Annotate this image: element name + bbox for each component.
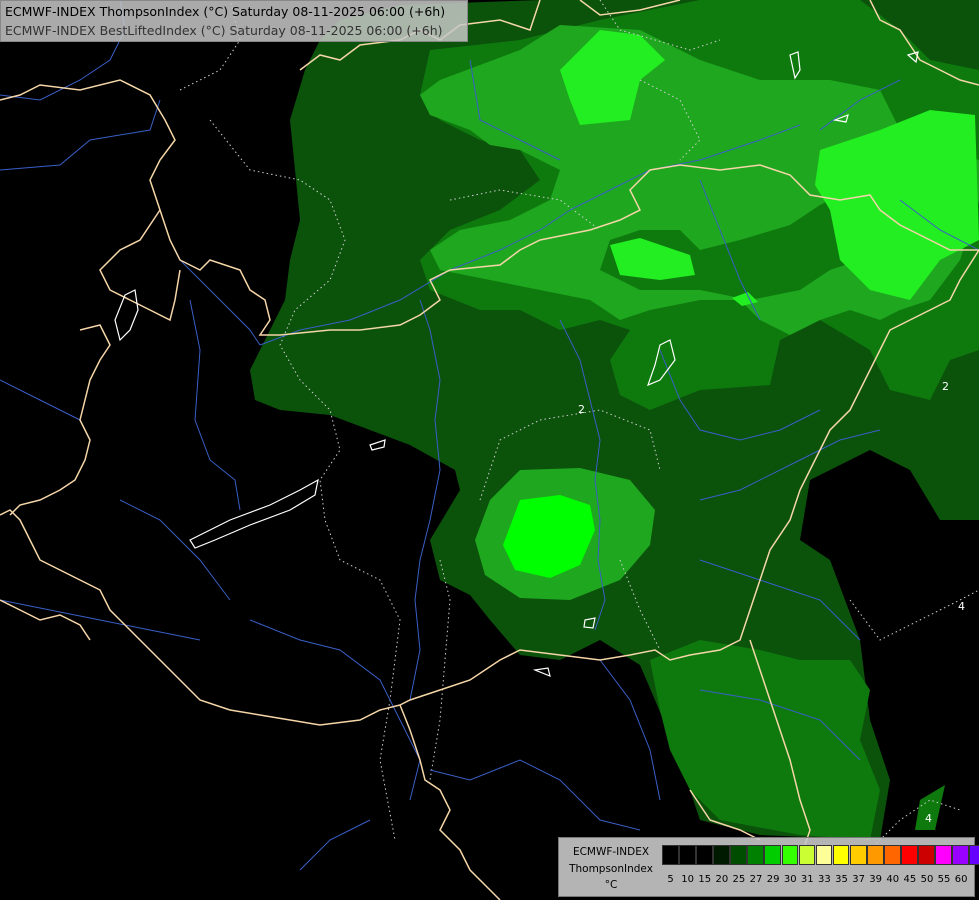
legend-tick-label: 27 — [749, 874, 763, 885]
legend-swatch — [866, 845, 884, 865]
legend-swatch — [901, 845, 918, 865]
legend-swatch — [884, 845, 901, 865]
legend-swatch — [696, 845, 713, 865]
legend-tick-label: 39 — [869, 874, 883, 885]
legend-swatch — [952, 845, 970, 865]
legend-tick-label: 35 — [835, 874, 848, 885]
legend-tick-label: 30 — [783, 874, 797, 885]
contour-label: 2 — [942, 380, 949, 393]
legend-swatch — [798, 845, 816, 865]
legend-swatch — [662, 845, 679, 865]
legend-swatch — [832, 845, 850, 865]
legend-swatch — [918, 845, 935, 865]
legend-swatch — [969, 845, 979, 865]
legend-tick-label: 25 — [732, 874, 746, 885]
legend-tick-label: 5 — [667, 874, 674, 885]
title-thompson-index: ECMWF-INDEX ThompsonIndex (°C) Saturday … — [5, 4, 446, 19]
legend-tick-label: 29 — [766, 874, 780, 885]
legend-tick-label: 20 — [715, 874, 729, 885]
weather-map: 2 2 4 4 — [0, 0, 979, 900]
legend-swatch — [849, 845, 867, 865]
legend-swatch — [815, 845, 833, 865]
legend-tick-label: 33 — [818, 874, 831, 885]
contour-label: 4 — [958, 600, 965, 613]
legend-title-unit: °C — [604, 879, 618, 891]
legend-tick-label: 31 — [800, 874, 814, 885]
contour-label: 2 — [578, 403, 585, 416]
legend-title-index: ThompsonIndex — [569, 863, 653, 875]
map-title-box: ECMWF-INDEX ThompsonIndex (°C) Saturday … — [0, 0, 468, 42]
legend-swatch — [713, 845, 730, 865]
legend-swatch — [764, 845, 782, 865]
legend-tick-label: 55 — [937, 874, 951, 885]
contour-label: 4 — [925, 812, 932, 825]
legend-tick-label: 45 — [903, 874, 917, 885]
color-legend: ECMWF-INDEX ThompsonIndex °C 5 10 15 20 25 27… — [558, 837, 979, 897]
legend-title-model: ECMWF-INDEX — [572, 846, 650, 858]
legend-tick-label: 15 — [698, 874, 712, 885]
title-best-lifted-index: ECMWF-INDEX BestLiftedIndex (°C) Saturda… — [5, 23, 443, 38]
legend-tick-label: 37 — [852, 874, 865, 885]
legend-swatch — [679, 845, 696, 865]
legend-swatch — [730, 845, 747, 865]
legend-tick-label: 10 — [681, 874, 694, 885]
legend-swatch — [747, 845, 765, 865]
legend-tick-label: 40 — [886, 874, 900, 885]
legend-tick-label: 60 — [954, 874, 968, 885]
legend-swatch — [935, 845, 952, 865]
legend-tick-label: 50 — [920, 874, 934, 885]
legend-ticks: 5 10 15 20 25 27 29 30 31 33 35 37 39 40 45 50 55 60 — [662, 874, 970, 885]
legend-swatch — [781, 845, 799, 865]
legend-swatches — [662, 845, 979, 867]
